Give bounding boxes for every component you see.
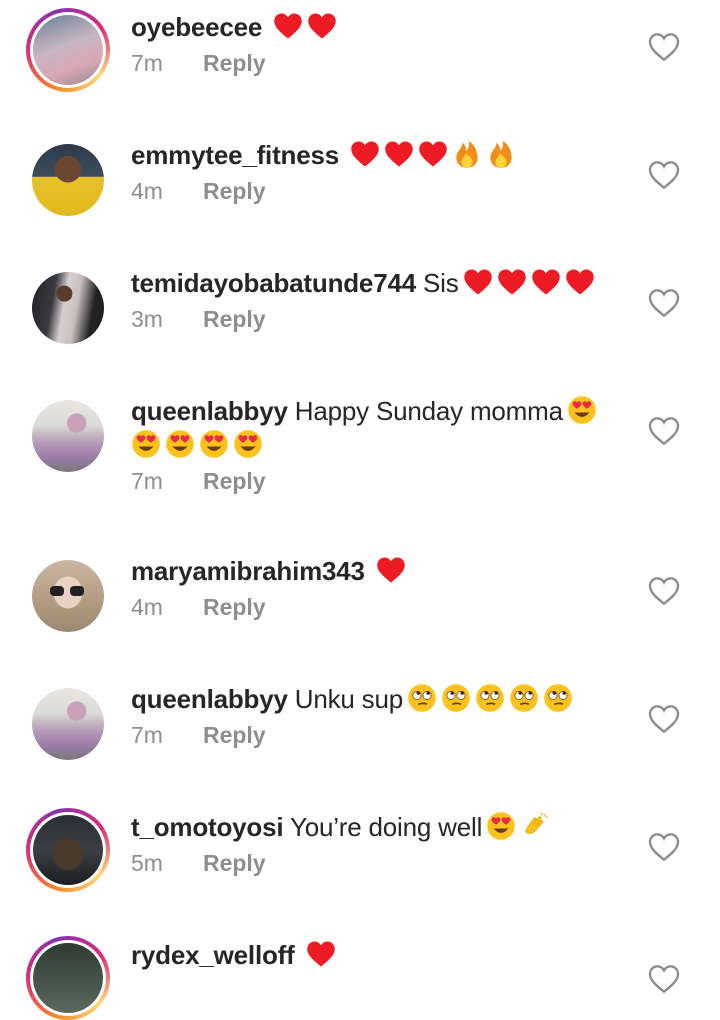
comment-username[interactable]: queenlabbyy bbox=[131, 396, 288, 426]
eye-roll-icon bbox=[543, 683, 573, 713]
reply-button[interactable]: Reply bbox=[203, 178, 266, 205]
heart-icon bbox=[497, 267, 527, 297]
heart-icon bbox=[531, 267, 561, 297]
reply-button[interactable]: Reply bbox=[203, 306, 266, 333]
avatar[interactable] bbox=[26, 138, 110, 222]
heart-outline-icon[interactable] bbox=[648, 704, 680, 734]
emoji-group bbox=[459, 268, 595, 298]
heart-outline-icon[interactable] bbox=[648, 832, 680, 862]
heart-icon bbox=[565, 267, 595, 297]
heart-icon bbox=[350, 139, 380, 169]
comment-time: 7m bbox=[131, 468, 163, 494]
heart-outline-icon[interactable] bbox=[648, 576, 680, 606]
avatar[interactable] bbox=[26, 266, 110, 350]
comment-time: 7m bbox=[131, 50, 163, 76]
avatar[interactable] bbox=[26, 554, 110, 638]
eye-roll-icon bbox=[475, 683, 505, 713]
emoji-group bbox=[131, 428, 620, 462]
heart-icon bbox=[418, 139, 448, 169]
emoji-group bbox=[403, 684, 573, 714]
comment-time: 4m bbox=[131, 594, 163, 620]
comment-text: Happy Sunday momma bbox=[294, 396, 563, 426]
comment-text: You’re doing well bbox=[289, 812, 483, 842]
heart-icon bbox=[376, 555, 406, 585]
fire-icon bbox=[452, 139, 482, 169]
emoji-group bbox=[372, 556, 406, 586]
avatar[interactable] bbox=[26, 936, 110, 1020]
emoji-group bbox=[346, 140, 516, 170]
heart-outline-icon[interactable] bbox=[648, 288, 680, 318]
avatar[interactable] bbox=[26, 808, 110, 892]
avatar[interactable] bbox=[26, 682, 110, 766]
reply-button[interactable]: Reply bbox=[203, 850, 266, 877]
heart-eyes-icon bbox=[233, 429, 263, 459]
heart-eyes-icon bbox=[131, 429, 161, 459]
clap-icon bbox=[520, 811, 550, 841]
comment-username[interactable]: maryamibrahim343 bbox=[131, 556, 365, 586]
reply-button[interactable]: Reply bbox=[203, 594, 266, 621]
avatar[interactable] bbox=[26, 394, 110, 478]
comment-username[interactable]: rydex_welloff bbox=[131, 940, 295, 970]
heart-icon bbox=[307, 11, 337, 41]
heart-outline-icon[interactable] bbox=[648, 964, 680, 994]
comment-time: 7m bbox=[131, 722, 163, 748]
comment-time: 5m bbox=[131, 850, 163, 876]
reply-button[interactable]: Reply bbox=[203, 468, 266, 495]
eye-roll-icon bbox=[509, 683, 539, 713]
heart-eyes-icon bbox=[165, 429, 195, 459]
comment-time: 4m bbox=[131, 178, 163, 204]
comment-username[interactable]: temidayobabatunde744 bbox=[131, 268, 416, 298]
comment-username[interactable]: t_omotoyosi bbox=[131, 812, 284, 842]
comment-time: 3m bbox=[131, 306, 163, 332]
emoji-group bbox=[302, 940, 336, 970]
heart-outline-icon[interactable] bbox=[648, 32, 680, 62]
heart-eyes-icon bbox=[567, 395, 597, 425]
eye-roll-icon bbox=[441, 683, 471, 713]
comment-username[interactable]: queenlabbyy bbox=[131, 684, 288, 714]
heart-outline-icon[interactable] bbox=[648, 416, 680, 446]
heart-icon bbox=[384, 139, 414, 169]
comment-username[interactable]: oyebeecee bbox=[131, 12, 262, 42]
heart-outline-icon[interactable] bbox=[648, 160, 680, 190]
heart-eyes-icon bbox=[199, 429, 229, 459]
comment-username[interactable]: emmytee_fitness bbox=[131, 140, 339, 170]
comment-text: Sis bbox=[423, 268, 459, 298]
fire-icon bbox=[486, 139, 516, 169]
emoji-group bbox=[269, 12, 337, 42]
reply-button[interactable]: Reply bbox=[203, 50, 266, 77]
heart-icon bbox=[306, 939, 336, 969]
emoji-group bbox=[563, 396, 597, 426]
heart-eyes-icon bbox=[486, 811, 516, 841]
heart-icon bbox=[463, 267, 493, 297]
heart-icon bbox=[273, 11, 303, 41]
avatar[interactable] bbox=[26, 8, 110, 92]
reply-button[interactable]: Reply bbox=[203, 722, 266, 749]
eye-roll-icon bbox=[407, 683, 437, 713]
emoji-group bbox=[482, 812, 550, 842]
comment-text: Unku sup bbox=[294, 684, 404, 714]
